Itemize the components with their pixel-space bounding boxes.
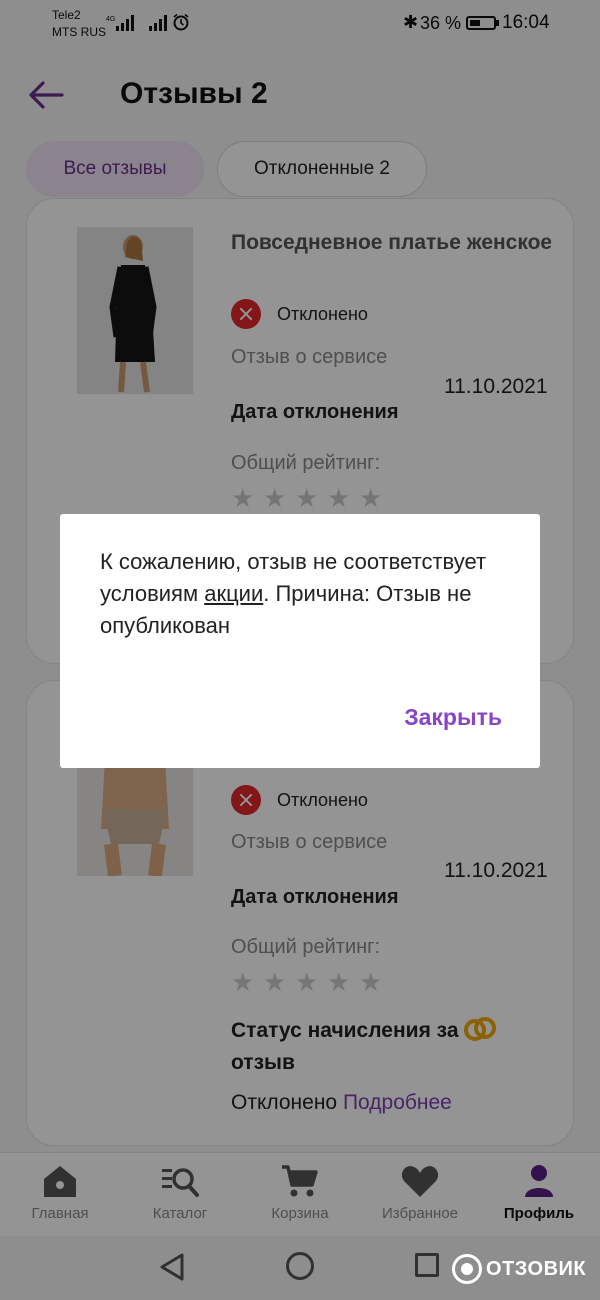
close-button[interactable]: Закрыть	[404, 704, 502, 731]
watermark: ОТЗОВИК	[452, 1254, 586, 1284]
alert-dialog: К сожалению, отзыв не соответствует усло…	[60, 514, 540, 768]
promo-link[interactable]: акции	[204, 581, 263, 606]
dialog-message: К сожалению, отзыв не соответствует усло…	[100, 546, 510, 642]
watermark-logo-icon	[452, 1254, 482, 1284]
watermark-text: ОТЗОВИК	[486, 1257, 587, 1280]
